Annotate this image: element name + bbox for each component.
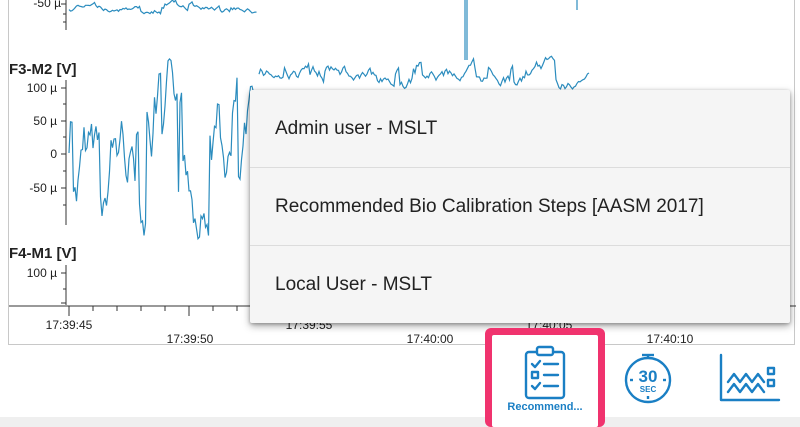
menu-item-admin-user-mslt[interactable]: Admin user - MSLT xyxy=(250,90,790,168)
timer-value: 30 xyxy=(639,367,658,386)
menu-item-recommended-bio-calibration[interactable]: Recommended Bio Calibration Steps [AASM … xyxy=(250,168,790,246)
y-tick: -50 µ xyxy=(29,181,57,195)
stopwatch-icon: 30 SEC xyxy=(624,353,672,404)
f3-m2-signal-trace xyxy=(68,57,258,241)
recommend-button[interactable]: Recommend... xyxy=(485,328,605,427)
timer-30-sec-button[interactable]: 30 SEC xyxy=(622,352,674,404)
x-tick: 17:40:00 xyxy=(406,332,454,346)
recommend-button-label: Recommend... xyxy=(507,401,583,413)
chart-settings-button[interactable] xyxy=(716,352,782,404)
channel-label-f3-m2: F3-M2 [V] xyxy=(9,61,77,78)
f3-m2-signal-trace-right xyxy=(258,55,590,90)
channel-label-f4-m1: F4-M1 [V] xyxy=(9,245,77,262)
protocol-dropdown-menu: Admin user - MSLT Recommended Bio Calibr… xyxy=(250,90,790,323)
x-tick: 17:40:10 xyxy=(646,332,694,346)
waveform-chart-icon xyxy=(719,353,781,402)
y-tick: 100 µ xyxy=(26,266,57,280)
x-tick: 17:39:50 xyxy=(166,332,214,346)
y-tick: 100 µ xyxy=(26,81,57,95)
clipboard-checklist-icon xyxy=(524,345,566,400)
top-channel-signal-trace xyxy=(68,0,257,15)
y-tick: 0 xyxy=(50,147,57,161)
bottom-strip xyxy=(0,417,800,427)
menu-item-local-user-mslt[interactable]: Local User - MSLT xyxy=(250,246,790,323)
y-tick: 50 µ xyxy=(33,114,57,128)
timer-unit: SEC xyxy=(640,385,657,394)
y-tick-top-partial: -50 µ xyxy=(33,0,61,10)
x-tick: 17:39:45 xyxy=(45,318,93,332)
